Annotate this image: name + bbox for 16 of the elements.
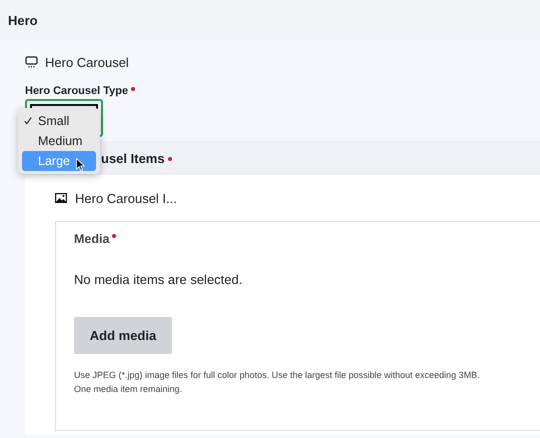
dropdown-option[interactable]: Medium xyxy=(22,131,96,151)
help-text: Use JPEG (*.jpg) image files for full color photos. Use the largest file possible without exceeding 3MB. xyxy=(74,369,481,382)
image-icon xyxy=(55,193,67,203)
carousel-title: Hero Carousel xyxy=(45,54,129,70)
cursor-icon xyxy=(76,158,85,171)
help-text: One media item remaining. xyxy=(74,383,184,396)
carousel-icon xyxy=(25,56,38,68)
check-icon xyxy=(24,117,32,125)
dropdown-option[interactable]: Small xyxy=(22,111,96,131)
empty-message: No media items are selected. xyxy=(74,272,244,287)
section-title: Hero xyxy=(8,12,38,28)
items-title: usel Items xyxy=(101,150,165,166)
item-title: Hero Carousel I... xyxy=(75,190,177,206)
field-label: Hero Carousel Type xyxy=(25,85,128,97)
add-media-button[interactable]: Add media xyxy=(74,317,172,354)
media-label: Media xyxy=(74,232,110,246)
